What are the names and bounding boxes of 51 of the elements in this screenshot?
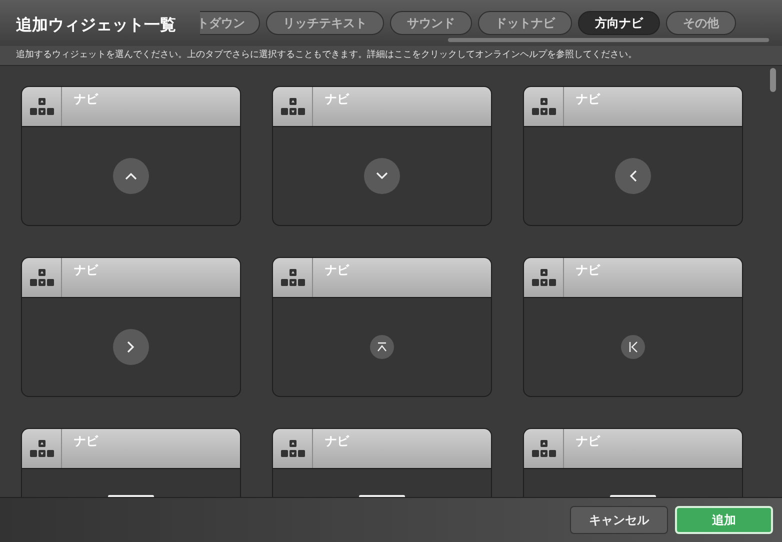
widget-card[interactable]: ナビ: [523, 86, 743, 226]
widget-label: ナビ: [324, 91, 349, 108]
window-title: 追加ウィジェット一覧: [15, 14, 177, 36]
widget-label: ナビ: [324, 262, 349, 279]
jump-to-top-button[interactable]: [370, 335, 394, 359]
jump-to-first-button[interactable]: [621, 335, 645, 359]
widget-card[interactable]: ナビ: [21, 86, 241, 226]
widget-label: ナビ: [73, 91, 98, 108]
keypad-icon: [532, 268, 556, 286]
jump-to-first-icon: [627, 341, 639, 353]
chevron-icon: [127, 341, 135, 353]
chevron-icon: [376, 172, 388, 180]
horizontal-scrollbar[interactable]: [447, 37, 770, 43]
widget-card[interactable]: ナビ: [21, 428, 241, 497]
widget-card[interactable]: ナビ: [272, 428, 492, 497]
widget-label: ナビ: [575, 91, 600, 108]
tab[interactable]: リッチテキスト: [266, 11, 384, 35]
tab[interactable]: 方向ナビ: [578, 11, 660, 35]
tab[interactable]: その他: [666, 11, 736, 35]
widget-label: ナビ: [575, 433, 600, 450]
left-arrow-button[interactable]: [615, 158, 651, 194]
keypad-icon: [280, 98, 304, 116]
right-arrow-button[interactable]: [113, 329, 149, 365]
widget-card[interactable]: ナビ: [272, 86, 492, 226]
widget-label: ナビ: [73, 433, 98, 450]
keypad-icon: [532, 440, 556, 458]
widget-card[interactable]: ナビ: [523, 428, 743, 497]
widget-card[interactable]: ナビ: [523, 257, 743, 397]
widget-card[interactable]: ナビ: [272, 257, 492, 397]
tab[interactable]: ドットナビ: [478, 11, 572, 35]
chevron-icon: [125, 172, 137, 180]
keypad-icon: [280, 440, 304, 458]
widget-label: ナビ: [324, 433, 349, 450]
keypad-icon: [280, 268, 304, 286]
cancel-button[interactable]: キャンセル: [570, 506, 668, 534]
keypad-icon: [532, 98, 556, 116]
widget-card[interactable]: ナビ: [21, 257, 241, 397]
hint-text[interactable]: 追加するウィジェットを選んでください。上のタブでさらに選択することもできます。詳細はここをクリックしてオンラインヘルプを参照してください。: [0, 46, 782, 66]
widget-label: ナビ: [575, 262, 600, 279]
chevron-icon: [629, 170, 637, 182]
widget-label: ナビ: [73, 262, 98, 279]
down-arrow-button[interactable]: [364, 158, 400, 194]
keypad-icon: [30, 440, 54, 458]
jump-to-top-icon: [376, 341, 388, 353]
vertical-scrollbar[interactable]: [770, 68, 776, 92]
tab[interactable]: トダウン: [200, 11, 260, 35]
up-arrow-button[interactable]: [113, 158, 149, 194]
tab[interactable]: サウンド: [390, 11, 472, 35]
keypad-icon: [30, 98, 54, 116]
add-button[interactable]: 追加: [675, 506, 773, 534]
keypad-icon: [30, 268, 54, 286]
